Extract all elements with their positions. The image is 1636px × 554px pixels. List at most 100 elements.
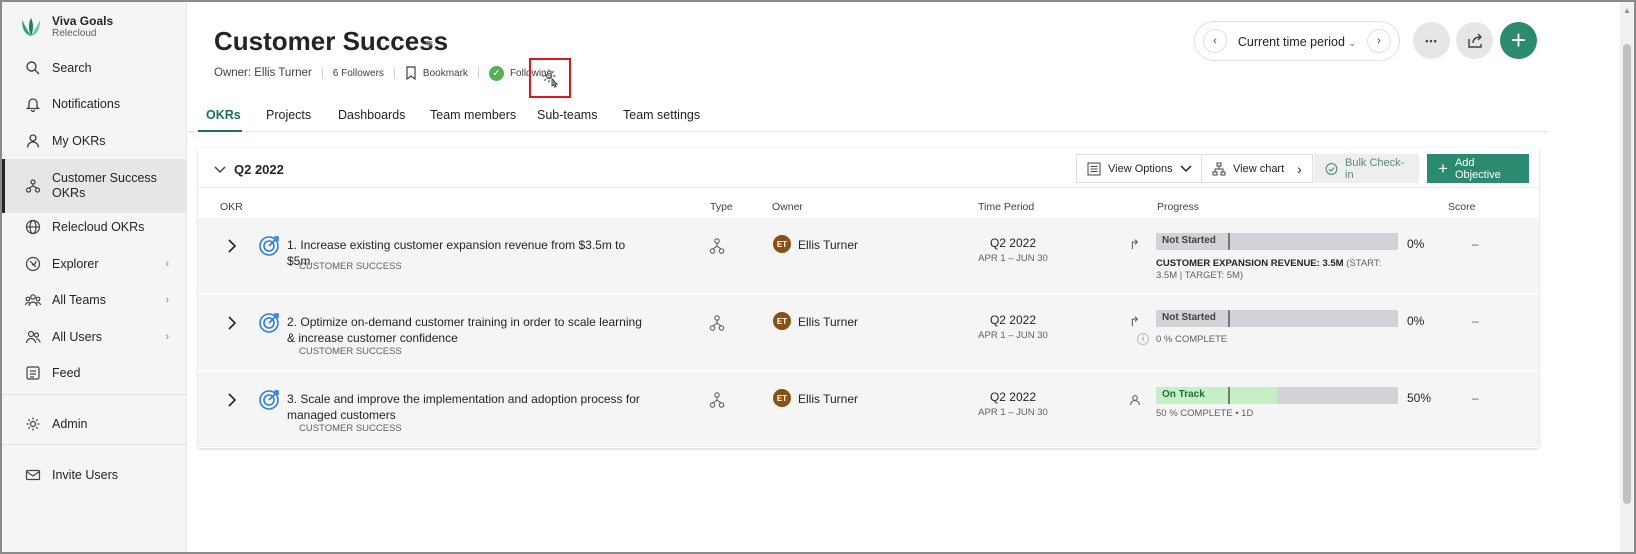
time-period-dropdown[interactable]: Current time period ⌄ (1238, 34, 1356, 49)
period-range: APR 1 – JUN 30 (978, 330, 1048, 341)
bulk-checkin-button[interactable]: Bulk Check-in (1314, 154, 1419, 183)
okr-team: CUSTOMER SUCCESS (299, 346, 402, 357)
list-icon (1087, 162, 1101, 175)
bookmark-button[interactable]: Bookmark (405, 66, 468, 80)
sidebar-item-my-okrs[interactable]: My OKRs (2, 123, 187, 159)
tab-projects[interactable]: Projects (266, 108, 311, 122)
okr-row[interactable]: 3. Scale and improve the implementation … (198, 371, 1539, 447)
share-button[interactable] (1456, 22, 1493, 59)
objective-target-icon (259, 390, 279, 410)
sidebar-item-invite-users[interactable]: Invite Users (2, 457, 187, 493)
progress-bar[interactable]: Not Started (1156, 233, 1398, 250)
more-icon: ••• (1425, 35, 1438, 46)
divider (393, 67, 395, 79)
divider (321, 67, 323, 79)
tab-team-members[interactable]: Team members (430, 108, 516, 122)
info-icon[interactable]: i (1137, 333, 1149, 345)
score-value[interactable]: – (1472, 237, 1479, 251)
sidebar-item-feed[interactable]: Feed (2, 355, 187, 391)
owner-name[interactable]: Ellis Turner (798, 238, 858, 252)
sidebar-divider (2, 444, 187, 445)
okr-number: 2. (287, 315, 298, 329)
metric-name: CUSTOMER EXPANSION REVENUE: 3.5M (1156, 258, 1344, 269)
owner-name[interactable]: Ellis Turner (798, 392, 858, 406)
tab-dashboards[interactable]: Dashboards (338, 108, 405, 122)
next-period-button[interactable]: › (1366, 29, 1391, 53)
sidebar-item-explorer[interactable]: Explorer › (2, 246, 187, 282)
person-icon (24, 132, 42, 150)
score-value[interactable]: – (1472, 314, 1479, 328)
followers-count[interactable]: 6 Followers (333, 68, 384, 79)
expected-progress-marker (1228, 233, 1230, 250)
team-type-icon (709, 392, 725, 408)
link-icon[interactable]: ⚭ (424, 36, 435, 52)
sidebar-item-search[interactable]: Search (2, 50, 187, 86)
tab-okrs[interactable]: OKRs (206, 108, 241, 122)
objective-target-icon (259, 236, 279, 256)
scroll-up-icon[interactable]: ▲ (1623, 6, 1631, 15)
okr-section-card: Q2 2022 View Options View chart › Bulk C… (198, 148, 1539, 448)
chevron-right-icon[interactable] (224, 238, 240, 254)
previous-period-button[interactable]: ‹ (1203, 29, 1227, 53)
tab-team-settings[interactable]: Team settings (623, 108, 700, 122)
section-toggle[interactable]: Q2 2022 (214, 162, 284, 177)
sidebar-item-notifications[interactable]: Notifications (2, 86, 187, 122)
expected-progress-marker (1228, 310, 1230, 327)
page-title: Customer Success (214, 26, 449, 56)
add-objective-button[interactable]: + Add Objective (1427, 154, 1529, 183)
period-quarter: Q2 2022 (989, 390, 1037, 404)
view-chart-button[interactable]: View chart › (1201, 154, 1313, 183)
brand-org: Relecloud (52, 28, 97, 39)
brand[interactable]: Viva Goals Relecloud (18, 14, 113, 40)
avatar[interactable]: ET (773, 235, 791, 253)
period-quarter: Q2 2022 (989, 313, 1037, 327)
sidebar-item-label: Search (52, 61, 92, 75)
team-settings-gear-button[interactable] (529, 58, 571, 98)
okr-title[interactable]: 2. Optimize on-demand customer training … (287, 314, 647, 346)
sidebar-item-customer-success-okrs[interactable]: Customer Success OKRs (2, 159, 187, 213)
chevron-right-icon[interactable] (224, 392, 240, 408)
okr-team: CUSTOMER SUCCESS (299, 423, 402, 434)
team-icon (24, 177, 42, 195)
okr-row[interactable]: 1. Increase existing customer expansion … (198, 217, 1539, 293)
feed-icon (24, 364, 42, 382)
okr-number: 1. (287, 238, 298, 252)
metric-arrow-icon: ↱ (1129, 237, 1140, 252)
team-type-icon (709, 315, 725, 331)
gear-icon (24, 415, 42, 433)
avatar[interactable]: ET (773, 312, 791, 330)
column-header-type: Type (710, 201, 733, 213)
bookmark-label: Bookmark (422, 67, 468, 79)
scrollbar-thumb[interactable] (1623, 44, 1631, 504)
avatar[interactable]: ET (773, 389, 791, 407)
okr-title[interactable]: 3. Scale and improve the implementation … (287, 391, 647, 423)
bell-icon (24, 95, 42, 113)
view-options-button[interactable]: View Options (1076, 154, 1203, 183)
sidebar-item-label: Notifications (52, 97, 121, 111)
progress-bar[interactable]: Not Started (1156, 310, 1398, 327)
sidebar-item-all-users[interactable]: All Users › (2, 319, 187, 355)
tab-sub-teams[interactable]: Sub-teams (537, 108, 597, 122)
score-value[interactable]: – (1472, 391, 1479, 405)
sidebar-item-all-teams[interactable]: All Teams › (2, 282, 187, 318)
sidebar-item-admin[interactable]: Admin (2, 406, 187, 442)
check-icon: ✓ (488, 65, 504, 81)
chevron-right-icon: › (165, 258, 169, 270)
gear-icon (542, 69, 559, 88)
vertical-scrollbar[interactable]: ▲ (1620, 2, 1634, 552)
okr-row[interactable]: 2. Optimize on-demand customer training … (198, 294, 1539, 370)
chevron-right-icon[interactable] (224, 315, 240, 331)
expected-progress-marker (1228, 387, 1230, 404)
create-button[interactable]: + (1500, 22, 1537, 59)
owner-name[interactable]: Ellis Turner (798, 315, 858, 329)
progress-detail: 50 % COMPLETE • 1D (1156, 408, 1254, 419)
owner-label[interactable]: Owner: Ellis Turner (214, 67, 312, 79)
sidebar-item-relecloud-okrs[interactable]: Relecloud OKRs (2, 209, 187, 245)
more-options-button[interactable]: ••• (1413, 22, 1450, 59)
progress-bar[interactable]: On Track (1156, 387, 1398, 404)
sidebar-item-label-line1: Customer Success (52, 171, 157, 185)
time-period-selector[interactable]: ‹ Current time period ⌄ › (1194, 21, 1400, 61)
bulk-checkin-label: Bulk Check-in (1345, 156, 1405, 181)
column-header-owner: Owner (772, 201, 803, 213)
chevron-down-icon (1180, 164, 1192, 172)
